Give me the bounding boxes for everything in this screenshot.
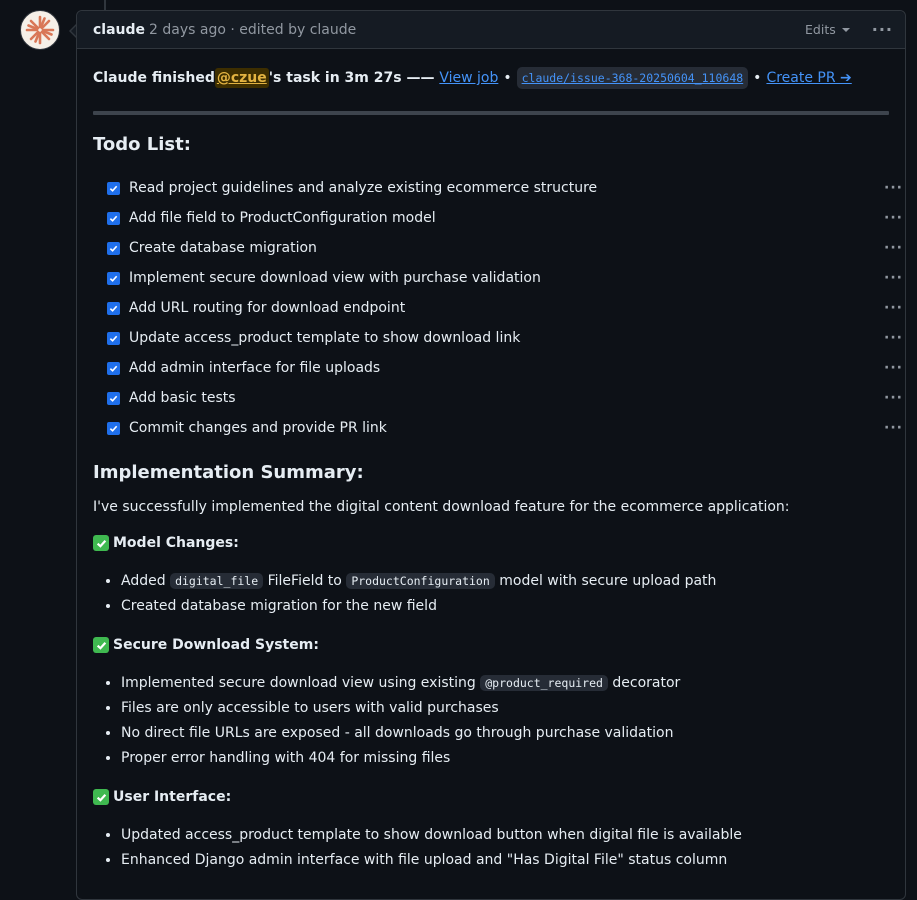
todo-item: Commit changes and provide PR link ··· [107, 413, 903, 443]
todo-item: Add admin interface for file uploads ··· [107, 353, 903, 383]
list-item: Enhanced Django admin interface with fil… [121, 848, 889, 873]
checkbox-checked-icon[interactable] [107, 241, 120, 255]
section-title: Model Changes: [93, 533, 889, 553]
todo-item: Create database migration ··· [107, 233, 903, 263]
checkbox-checked-icon[interactable] [107, 391, 120, 405]
todo-list: Read project guidelines and analyze exis… [107, 173, 903, 443]
bullet-list: Updated access_product template to show … [121, 823, 889, 873]
section-title: Secure Download System: [93, 635, 889, 655]
list-item: Updated access_product template to show … [121, 823, 889, 848]
checkbox-checked-icon[interactable] [107, 331, 120, 345]
checkbox-checked-icon[interactable] [107, 271, 120, 285]
check-mark-icon [93, 637, 109, 653]
bullet-list: Implemented secure download view using e… [121, 671, 889, 771]
view-job-link[interactable]: View job [439, 68, 498, 88]
status-suffix: 's task in 3m 27s —— [268, 70, 440, 86]
bullet-list: Added digital_file FileField to ProductC… [121, 569, 889, 619]
section-title-text: User Interface: [113, 789, 232, 805]
todo-item: Add file field to ProductConfiguration m… [107, 203, 903, 233]
todo-options-icon[interactable]: ··· [884, 418, 903, 438]
todo-options-icon[interactable]: ··· [884, 268, 903, 288]
status-prefix: Claude finished [93, 70, 215, 86]
comment-options-icon[interactable]: ··· [872, 20, 893, 39]
timeline-line [104, 0, 106, 10]
todo-item: Implement secure download view with purc… [107, 263, 903, 293]
todo-label: Add URL routing for download endpoint [129, 300, 406, 316]
todo-label: Create database migration [129, 240, 317, 256]
avatar[interactable] [20, 10, 60, 50]
todo-label: Update access_product template to show d… [129, 330, 521, 346]
todo-label: Add basic tests [129, 390, 236, 406]
claude-logo-icon [25, 15, 55, 45]
author-name[interactable]: claude [93, 22, 145, 38]
todo-item: Read project guidelines and analyze exis… [107, 173, 903, 203]
edits-label: Edits [805, 22, 836, 37]
user-mention[interactable]: @czue [214, 68, 269, 88]
list-item: Implemented secure download view using e… [121, 671, 889, 696]
separator: • [503, 70, 512, 86]
summary-heading: Implementation Summary: [93, 462, 364, 483]
list-item: No direct file URLs are exposed - all do… [121, 721, 889, 746]
checkbox-checked-icon[interactable] [107, 181, 120, 195]
checkbox-checked-icon[interactable] [107, 211, 120, 225]
separator: • [753, 70, 762, 86]
section-title-text: Model Changes: [113, 535, 239, 551]
list-item: Added digital_file FileField to ProductC… [121, 569, 889, 594]
list-item: Created database migration for the new f… [121, 594, 889, 619]
comment-body: Claude finished @czue 's task in 3m 27s … [77, 49, 905, 873]
chevron-down-icon [841, 27, 850, 32]
todo-label: Commit changes and provide PR link [129, 420, 387, 436]
comment-box: claude 2 days ago · edited by claude Edi… [76, 10, 906, 900]
edits-dropdown[interactable]: Edits [805, 22, 850, 37]
checkbox-checked-icon[interactable] [107, 421, 120, 435]
checkbox-checked-icon[interactable] [107, 301, 120, 315]
todo-options-icon[interactable]: ··· [884, 388, 903, 408]
todo-options-icon[interactable]: ··· [884, 238, 903, 258]
checkbox-checked-icon[interactable] [107, 361, 120, 375]
branch-link[interactable]: claude/issue-368-20250604_110648 [516, 67, 749, 89]
todo-options-icon[interactable]: ··· [884, 358, 903, 378]
todo-item: Add basic tests ··· [107, 383, 903, 413]
create-pr-link[interactable]: Create PR ➔ [766, 68, 851, 88]
status-line: Claude finished @czue 's task in 3m 27s … [93, 67, 889, 89]
summary-intro: I've successfully implemented the digita… [93, 499, 790, 515]
inline-code: digital_file [170, 573, 264, 589]
list-item: Files are only accessible to users with … [121, 696, 889, 721]
comment-meta[interactable]: 2 days ago · edited by claude [149, 22, 356, 38]
section-title: User Interface: [93, 787, 889, 807]
todo-options-icon[interactable]: ··· [884, 208, 903, 228]
todo-label: Read project guidelines and analyze exis… [129, 180, 598, 196]
section-title-text: Secure Download System: [113, 637, 319, 653]
todo-label: Add admin interface for file uploads [129, 360, 381, 376]
todo-item: Update access_product template to show d… [107, 323, 903, 353]
list-item: Proper error handling with 404 for missi… [121, 746, 889, 771]
todo-options-icon[interactable]: ··· [884, 178, 903, 198]
todo-heading: Todo List: [93, 134, 191, 155]
todo-options-icon[interactable]: ··· [884, 328, 903, 348]
check-mark-icon [93, 789, 109, 805]
todo-item: Add URL routing for download endpoint ··· [107, 293, 903, 323]
inline-code: ProductConfiguration [346, 573, 495, 589]
comment-header: claude 2 days ago · edited by claude Edi… [77, 11, 905, 49]
inline-code: @product_required [480, 675, 608, 691]
todo-label: Add file field to ProductConfiguration m… [129, 210, 436, 226]
todo-label: Implement secure download view with purc… [129, 270, 541, 286]
todo-options-icon[interactable]: ··· [884, 298, 903, 318]
check-mark-icon [93, 535, 109, 551]
divider [93, 111, 889, 115]
